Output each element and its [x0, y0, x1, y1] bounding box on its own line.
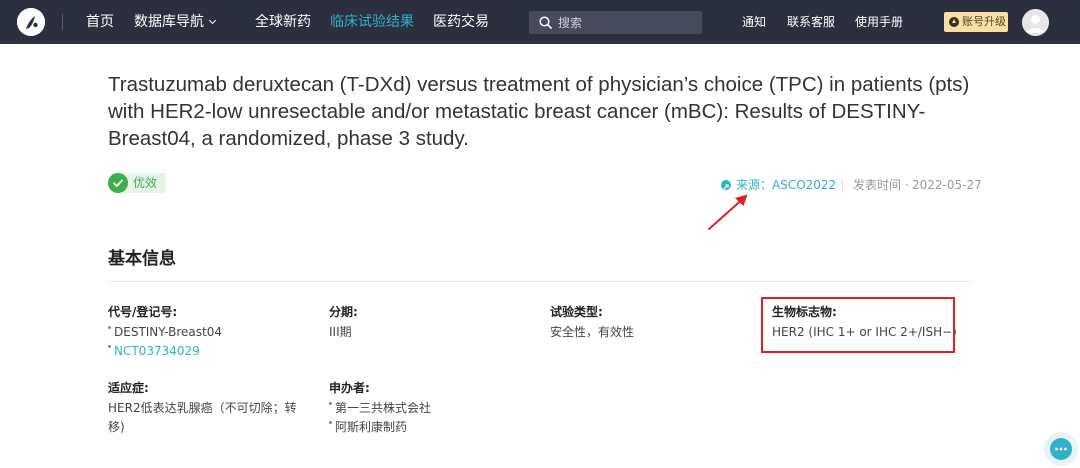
check-shield-icon [108, 173, 128, 193]
nav-database-label: 数据库导航 [134, 14, 204, 30]
field-label-sponsor: 申办者: [329, 381, 370, 395]
field-value-indication-line1: HER2低表达乳腺癌（不可切除；转 [108, 401, 297, 415]
article-title: Trastuzumab deruxtecan (T-DXd) versus tr… [108, 73, 970, 150]
nav-database[interactable]: 数据库导航 [134, 12, 217, 32]
notifications-link[interactable]: 通知 [742, 14, 766, 30]
source-link[interactable]: ASCO2022 [772, 177, 836, 193]
nav-pharma-deals[interactable]: 医药交易 [433, 12, 489, 32]
chevron-down-icon [208, 16, 217, 25]
publish-date-label: 发表时间 · [853, 178, 909, 192]
nav-divider [62, 14, 63, 30]
status-badge: 优效 [108, 173, 166, 193]
section-divider [108, 281, 972, 282]
field-value-indication-line2: 移) [108, 420, 125, 434]
nav-home[interactable]: 首页 [86, 12, 114, 32]
user-avatar[interactable] [1022, 9, 1049, 36]
bullet-icon [329, 421, 332, 424]
section-heading-basic-info: 基本信息 [108, 249, 176, 269]
annotation-highlight-box [761, 297, 955, 353]
field-value-code: DESTINY-Breast04 [114, 325, 222, 339]
field-value-sponsor-1: 第一三共株式会社 [335, 401, 432, 415]
field-label-indication: 适应症: [108, 381, 149, 395]
upgrade-label: 账号升级 [962, 15, 1006, 28]
meta-divider [842, 180, 843, 191]
chat-icon [1050, 438, 1072, 460]
bullet-icon [108, 326, 111, 329]
chat-support-button[interactable] [1044, 432, 1078, 466]
user-manual-link[interactable]: 使用手册 [855, 14, 903, 30]
field-value-sponsor-2: 阿斯利康制药 [335, 420, 408, 434]
customer-service-link[interactable]: 联系客服 [787, 14, 835, 30]
avatar-icon [1022, 9, 1049, 36]
source-icon [721, 180, 731, 190]
bullet-icon [329, 402, 332, 405]
search-icon [539, 16, 552, 29]
search-box[interactable] [529, 11, 702, 34]
top-navbar: 首页 数据库导航 全球新药 临床试验结果 医药交易 通知 联系客服 使用手册 账… [0, 0, 1080, 44]
nav-global-drugs[interactable]: 全球新药 [255, 12, 311, 32]
bullet-icon [108, 345, 111, 348]
field-value-trial-type: 安全性，有效性 [550, 325, 635, 339]
site-logo[interactable] [17, 8, 45, 36]
nct-registration-link[interactable]: NCT03734029 [114, 342, 200, 361]
badge-label: 优效 [133, 176, 158, 190]
upgrade-account-button[interactable]: 账号升级 [944, 12, 1008, 32]
nav-clinical-results[interactable]: 临床试验结果 [330, 12, 414, 32]
field-label-phase: 分期: [329, 305, 358, 319]
field-value-phase: III期 [329, 325, 352, 339]
upgrade-icon [949, 17, 959, 27]
annotation-arrow-icon [708, 194, 748, 230]
publish-date: 2022-05-27 [912, 178, 982, 192]
search-input[interactable] [558, 13, 696, 32]
field-label-trial-type: 试验类型: [550, 305, 603, 319]
field-label-id: 代号/登记号: [108, 305, 178, 319]
